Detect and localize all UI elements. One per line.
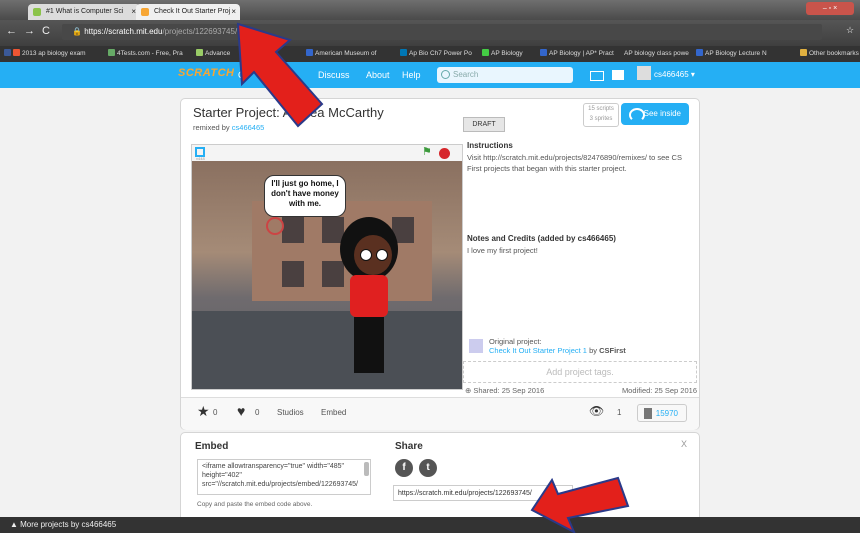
original-project-thumbnail[interactable] [469, 339, 483, 353]
scratch-navbar: SCRATCH C Discuss About Help Search cs46… [0, 62, 860, 88]
project-stage[interactable]: v448 ⚑ I'll just go home, I don't have m… [191, 144, 463, 390]
bookmark-item[interactable]: Advance [196, 46, 230, 62]
bookmark-item[interactable]: AP Biology | AP* Pract [540, 46, 614, 62]
love-heart-icon[interactable]: ♥ [237, 403, 245, 419]
search-icon [441, 70, 450, 79]
original-author-link[interactable]: CSFirst [599, 346, 626, 355]
window-controls[interactable]: – ▫ × [806, 2, 854, 15]
basketball-hoop-icon [266, 217, 284, 235]
view-count: 1 [617, 408, 622, 417]
browser-tab-starter-project[interactable]: Check It Out Starter Proj × [136, 4, 240, 20]
draft-badge: DRAFT [463, 117, 505, 132]
instructions-heading: Instructions [467, 141, 513, 150]
copy-hint: Copy and paste the embed code above. [197, 501, 313, 508]
forward-arrow-icon[interactable]: → [24, 25, 35, 37]
bookmark-item[interactable]: 4Tests.com - Free, Pra [108, 46, 183, 62]
more-projects-bar[interactable]: ▲ More projects by cs466465 [0, 517, 860, 533]
scrollbar[interactable] [364, 462, 369, 476]
instructions-section: Instructions Visit http://scratch.mit.ed… [467, 141, 689, 256]
annotation-arrow-bottom [530, 476, 630, 533]
embed-button[interactable]: Embed [321, 408, 346, 417]
my-stuff-icon[interactable] [612, 70, 624, 80]
lock-icon: 🔒 [72, 27, 85, 36]
stage-scene: I'll just go home, I don't have money wi… [192, 161, 462, 389]
annotation-arrow-top [236, 22, 324, 128]
green-flag-icon[interactable]: ⚑ [422, 147, 432, 158]
bookmark-item[interactable]: Ap Bio Ch7 Power Po [400, 46, 472, 62]
embed-heading: Embed [195, 441, 229, 452]
remix-count-button[interactable]: 15970 [637, 404, 687, 422]
bookmark-item-other[interactable]: Other bookmarks [800, 46, 859, 62]
tab-favicon-icon [33, 8, 41, 16]
project-panel: Starter Project: Andrea McCarthy remixed… [180, 98, 700, 430]
original-project-link[interactable]: Check It Out Starter Project 1 [489, 346, 587, 355]
modified-date: Modified: 25 Sep 2016 [621, 386, 697, 395]
close-button[interactable]: X [681, 439, 687, 449]
notes-heading: Notes and Credits (added by cs466465) [467, 234, 616, 243]
share-heading: Share [395, 441, 423, 452]
star-count: 0 [213, 408, 218, 417]
facebook-icon[interactable]: f [395, 459, 413, 477]
studios-button[interactable]: Studios [277, 408, 304, 417]
stage-toolbar: v448 ⚑ [192, 145, 462, 161]
browser-title-bar: #1 What is Computer Sci × Check It Out S… [0, 0, 860, 20]
notes-text[interactable]: I love my first project! [467, 245, 689, 256]
twitter-icon[interactable]: t [419, 459, 437, 477]
stop-icon[interactable] [439, 148, 450, 159]
nav-help[interactable]: Help [402, 70, 421, 80]
url-field[interactable]: 🔒 https://scratch.mit.edu/projects/12269… [62, 24, 822, 40]
basketball-court [192, 311, 462, 389]
tab-favicon-icon [141, 8, 149, 16]
shared-date: ⊕ Shared: 25 Sep 2016 [465, 386, 545, 395]
instructions-text[interactable]: Visit http://scratch.mit.edu/projects/82… [467, 152, 689, 174]
favorite-star-icon[interactable]: ★ [197, 403, 210, 420]
scratch-logo[interactable]: SCRATCH [178, 67, 234, 79]
bookmarks-bar: 2013 ap biology exam 4Tests.com - Free, … [0, 46, 860, 62]
project-stats: 15 scripts 3 sprites [583, 103, 619, 127]
browser-tab-computer-science[interactable]: #1 What is Computer Sci × [28, 4, 140, 20]
remix-arrows-icon [629, 108, 645, 122]
original-project: Original project: Check It Out Starter P… [467, 337, 689, 359]
back-arrow-icon[interactable]: ← [6, 25, 17, 37]
address-bar: ← → C 🔒 https://scratch.mit.edu/projects… [0, 20, 860, 46]
bookmark-item[interactable]: AP Biology [482, 46, 523, 62]
reload-icon[interactable]: C [42, 25, 50, 37]
see-inside-button[interactable]: See inside [621, 103, 689, 125]
love-count: 0 [255, 408, 260, 417]
embed-code-textarea[interactable]: <iframe allowtransparency="true" width="… [197, 459, 371, 495]
bookmark-item[interactable]: 2013 ap biology exam [4, 46, 86, 62]
avatar[interactable] [637, 66, 651, 80]
tab-close-icon[interactable]: × [231, 4, 236, 20]
nav-about[interactable]: About [366, 70, 390, 80]
speech-bubble: I'll just go home, I don't have money wi… [264, 175, 346, 217]
messages-icon[interactable] [590, 71, 604, 81]
bookmark-item[interactable]: AP Biology Lecture N [696, 46, 767, 62]
remix-tree-icon [644, 408, 652, 419]
views-eye-icon: 👁 [589, 404, 605, 418]
project-dates: ⊕ Shared: 25 Sep 2016 Modified: 25 Sep 2… [465, 386, 697, 395]
bookmark-star-icon[interactable]: ☆ [846, 25, 854, 36]
add-tags-field[interactable]: Add project tags. [463, 361, 697, 383]
bookmark-item[interactable]: AP biology class powe [624, 46, 689, 62]
search-input[interactable]: Search [437, 67, 573, 83]
project-actions-bar: ★ 0 ♥ 0 Studios Embed 👁 1 15970 [181, 397, 699, 430]
username-menu[interactable]: cs466465 ▾ [654, 70, 695, 79]
